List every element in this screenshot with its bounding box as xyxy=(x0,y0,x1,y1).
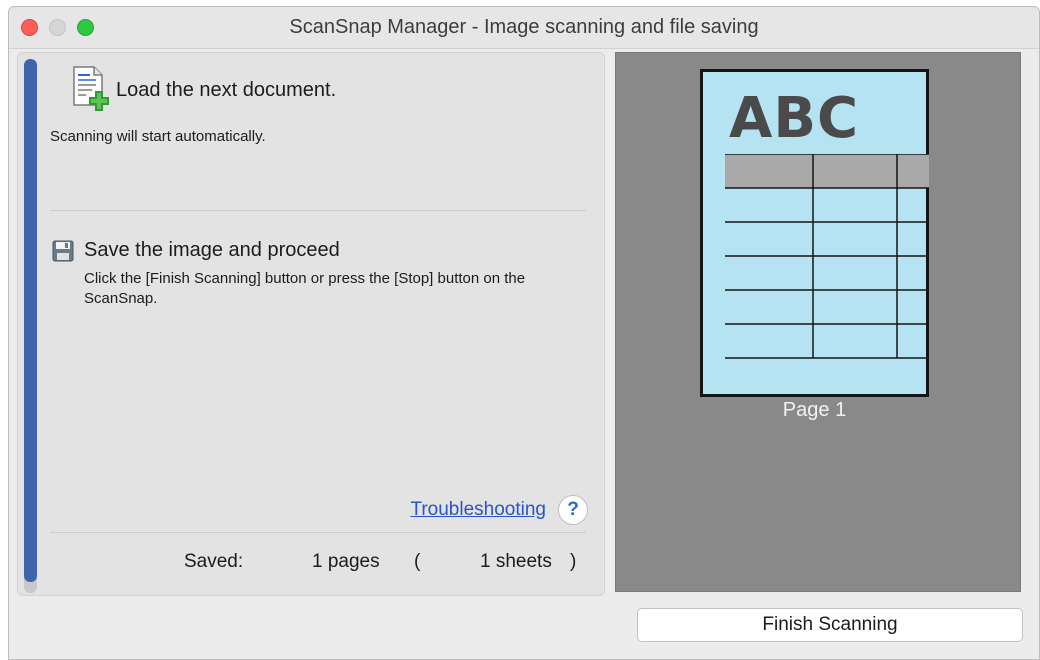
document-add-icon xyxy=(73,66,109,111)
page-table-graphic xyxy=(725,154,929,359)
save-image-description: Click the [Finish Scanning] button or pr… xyxy=(84,270,526,307)
load-document-description: Scanning will start automatically. xyxy=(50,128,266,145)
status-divider xyxy=(50,532,586,533)
save-image-heading: Save the image and proceed xyxy=(84,239,340,261)
window-title: ScanSnap Manager - Image scanning and fi… xyxy=(289,16,759,38)
help-button[interactable]: ? xyxy=(558,495,588,525)
paren-open: ( xyxy=(414,551,421,572)
page-number-label: Page 1 xyxy=(782,399,847,421)
title-bar: ScanSnap Manager - Image scanning and fi… xyxy=(9,7,1039,49)
load-document-heading: Load the next document. xyxy=(116,79,337,101)
saved-sheets-count: 1 sheets xyxy=(480,551,552,572)
page-heading-text: ABC xyxy=(729,86,860,151)
scan-preview-panel: ABC Page 1 xyxy=(615,52,1021,592)
floppy-disk-icon xyxy=(52,240,74,262)
progress-bar-fill xyxy=(24,59,37,583)
instructions-panel: Load the next document. Scanning will st… xyxy=(17,52,605,596)
section-divider xyxy=(50,210,586,211)
saved-pages-count: 1 pages xyxy=(312,551,380,572)
progress-bar xyxy=(24,59,37,593)
saved-label: Saved: xyxy=(184,551,244,572)
scanned-page-thumbnail[interactable]: ABC xyxy=(700,69,929,397)
paren-close: ) xyxy=(570,551,577,572)
troubleshooting-link[interactable]: Troubleshooting xyxy=(410,499,546,521)
finish-scanning-button[interactable]: Finish Scanning xyxy=(637,608,1023,642)
